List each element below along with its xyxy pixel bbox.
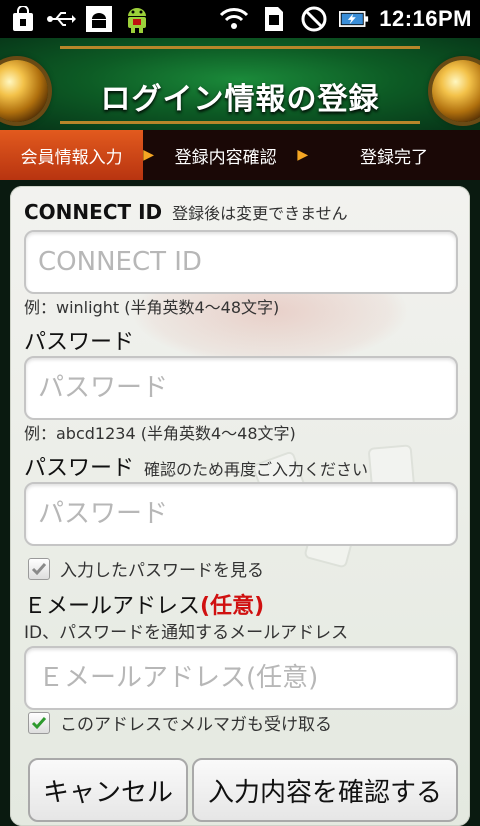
cancel-button[interactable]: キャンセル [28,758,188,822]
step-arrow-icon: ▶ [143,147,155,163]
checkbox-box[interactable] [28,711,50,734]
password-example: 例：abcd1234 (半角英数4～48文字) [24,424,296,443]
connect-id-field[interactable] [24,230,458,294]
newsletter-checkbox[interactable]: このアドレスでメルマガも受け取る [28,710,332,735]
usb-icon [46,4,76,34]
step-complete: 登録完了 [360,147,429,168]
step-indicator: 会員情報入力 ▶ 登録内容確認 ▶ 登録完了 [0,130,480,180]
checkbox-box[interactable] [28,557,50,580]
sim-icon [259,4,289,34]
status-bar: 12:16PM [0,0,480,38]
password-field[interactable] [24,356,458,420]
check-icon [31,716,47,729]
android-app-icon [122,4,152,34]
show-password-checkbox[interactable]: 入力したパスワードを見る [28,556,264,581]
header: ログイン情報の登録 [0,38,480,133]
password-confirm-label: パスワード 確認のため再度ご入力ください [24,450,368,482]
password-confirm-label-text: パスワード [24,456,135,481]
connect-id-label-text: CONNECT ID [24,200,163,224]
android-debug-icon [84,4,114,34]
connect-id-input[interactable] [26,232,456,292]
email-label-text: Ｅメールアドレス [24,594,201,619]
password-confirm-note: 確認のため再度ご入力ください [144,460,369,479]
confirm-button[interactable]: 入力内容を確認する [192,758,458,822]
step-confirm: 登録内容確認 [174,147,277,168]
email-note: ID、パスワードを通知するメールアドレス [24,623,349,643]
password-confirm-input[interactable] [26,484,456,544]
password-confirm-field[interactable] [24,482,458,546]
newsletter-label: このアドレスでメルマガも受け取る [60,715,332,735]
connect-id-example: 例：winlight (半角英数4～48文字) [24,298,280,317]
page-title: ログイン情報の登録 [100,82,380,117]
bag-icon [8,4,38,34]
step-arrow-icon: ▶ [297,147,309,163]
battery-charging-icon [339,4,369,34]
status-time: 12:16PM [379,6,472,31]
email-label: Ｅメールアドレス(任意) [24,588,264,620]
password-label: パスワード [24,330,135,355]
check-icon [31,562,47,575]
email-input[interactable] [26,648,456,708]
email-field[interactable] [24,646,458,710]
email-optional-tag: (任意) [200,594,265,619]
no-sound-icon [299,4,329,34]
form-panel: CONNECT ID 登録後は変更できません 例：winlight (半角英数4～… [10,186,470,826]
connect-id-label: CONNECT ID 登録後は変更できません [24,200,348,224]
password-input[interactable] [26,358,456,418]
connect-id-note: 登録後は変更できません [172,204,348,223]
step-member-info: 会員情報入力 [0,130,144,180]
show-password-label: 入力したパスワードを見る [60,561,264,581]
wifi-icon [219,4,249,34]
